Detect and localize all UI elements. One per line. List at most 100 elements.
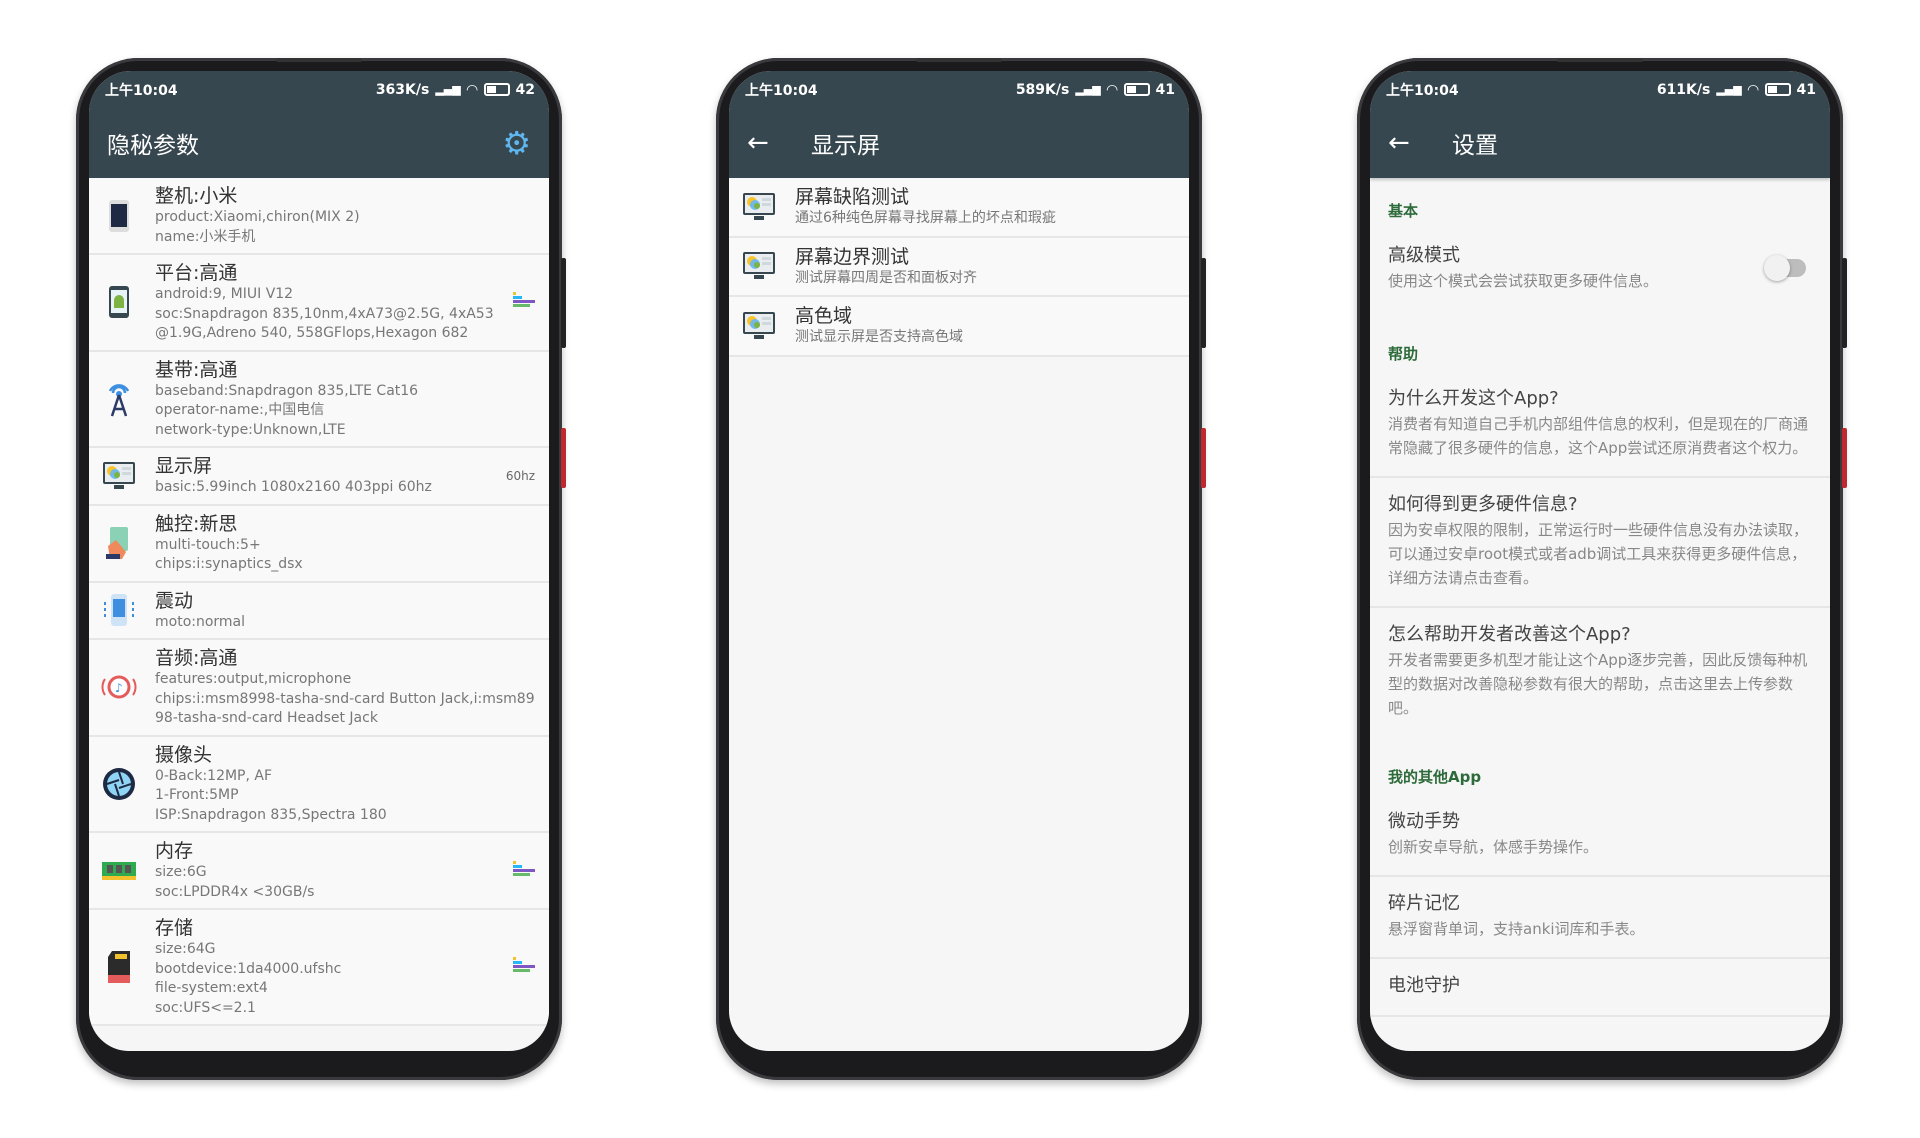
network-speed: 589K/s bbox=[1015, 81, 1070, 98]
advanced-mode-toggle[interactable] bbox=[1764, 255, 1806, 281]
hardware-item[interactable]: ♪ 音频:高通 features:output,microphone chips:i:… bbox=[89, 640, 549, 737]
pref-title: 微动手势 bbox=[1388, 811, 1460, 832]
status-bar: 上午10:04 589K/s ▂▄▆ ◠ 41 bbox=[729, 71, 1189, 108]
item-title: 音频:高通 bbox=[155, 647, 238, 669]
item-detail: android:9, MIUI V12 bbox=[155, 286, 294, 302]
item-text: 存储 size:64G bootdevice:1da4000.ufshc file-s… bbox=[155, 916, 505, 1018]
item-text: 整机:小米 product:Xiaomi,chiron(MIX 2) name:小米… bbox=[155, 184, 535, 247]
item-text: 屏幕边界测试 测试屏幕四周是否和面板对齐 bbox=[795, 245, 1175, 289]
page-title: 隐秘参数 bbox=[107, 133, 199, 159]
signal-icon: ▂▄▆ bbox=[435, 83, 461, 96]
sdcard-icon bbox=[97, 949, 141, 985]
status-icons: 363K/s ▂▄▆ ◠ 42 bbox=[376, 82, 535, 98]
item-detail: baseband:Snapdragon 835,LTE Cat16 bbox=[155, 382, 419, 399]
signal-icon: ▂▄▆ bbox=[1716, 83, 1742, 96]
item-detail: basic:5.99inch 1080x2160 403ppi 60hz bbox=[155, 479, 432, 495]
chart-icon[interactable] bbox=[513, 292, 535, 312]
monitor-icon bbox=[737, 248, 781, 284]
signal-icon: ▂▄▆ bbox=[1075, 83, 1101, 96]
item-title: 存储 bbox=[155, 917, 194, 939]
other-app-item[interactable]: 微动手势创新安卓导航，体感手势操作。 bbox=[1370, 795, 1830, 877]
item-text: 平台:高通 android:9, MIUI V12 soc:Snapdragon 8… bbox=[155, 261, 505, 344]
audio-icon: ♪ bbox=[97, 669, 141, 705]
hardware-item[interactable]: 触控:新思 multi-touch:5+ chips:i:synaptics_dsx bbox=[89, 505, 549, 583]
hardware-item[interactable]: 震动 moto:normal bbox=[89, 582, 549, 640]
screen-settings: 上午10:04 611K/s ▂▄▆ ◠ 41 ← 设置 基本 高级模式 使用这个模式会尝试获取更… bbox=[1370, 71, 1830, 1051]
item-detail: size:6G bbox=[155, 864, 207, 880]
item-detail: 测试屏幕四周是否和面板对齐 bbox=[795, 269, 977, 286]
hardware-item[interactable]: 内存 size:6G soc:LPDDR4x <30GB/s bbox=[89, 833, 549, 910]
help-item[interactable]: 为什么开发这个App? 消费者有知道自己手机内部组件信息的权利，但是现在的厂商通常… bbox=[1370, 372, 1830, 478]
display-test-item[interactable]: 高色域 测试显示屏是否支持高色域 bbox=[729, 297, 1189, 357]
battery-icon bbox=[1123, 83, 1150, 96]
hardware-item[interactable]: 整机:小米 product:Xiaomi,chiron(MIX 2) name:小米… bbox=[89, 178, 549, 255]
battery-icon bbox=[483, 83, 510, 96]
item-detail: moto:normal bbox=[155, 613, 246, 630]
item-detail: file-system:ext4 bbox=[155, 980, 268, 996]
help-item[interactable]: 怎么帮助开发者改善这个App? 开发者需要更多机型才能让这个App逐步完善，因此反… bbox=[1370, 608, 1830, 736]
hardware-item[interactable]: 存储 size:64G bootdevice:1da4000.ufshc file-s… bbox=[89, 910, 549, 1026]
settings-button[interactable]: ⚙ bbox=[502, 124, 531, 162]
pref-text: 高级模式 使用这个模式会尝试获取更多硬件信息。 bbox=[1388, 243, 1768, 293]
network-speed: 611K/s bbox=[1656, 81, 1711, 98]
back-button[interactable]: ← bbox=[747, 128, 811, 158]
item-title: 显示屏 bbox=[155, 455, 213, 477]
chart-icon[interactable] bbox=[513, 860, 535, 881]
pref-title: 碎片记忆 bbox=[1388, 893, 1460, 914]
status-icons: 589K/s ▂▄▆ ◠ 41 bbox=[1016, 82, 1175, 98]
item-detail: product:Xiaomi,chiron(MIX 2) bbox=[155, 209, 360, 225]
svg-text:♪: ♪ bbox=[115, 681, 123, 695]
status-bar: 上午10:04 611K/s ▂▄▆ ◠ 41 bbox=[1370, 71, 1830, 108]
item-text: 内存 size:6G soc:LPDDR4x <30GB/s bbox=[155, 839, 505, 902]
item-detail: name:小米手机 bbox=[155, 228, 256, 245]
item-detail: 1-Front:5MP bbox=[155, 787, 239, 803]
ram-icon bbox=[97, 853, 141, 889]
display-test-item[interactable]: 屏幕缺陷测试通过6种纯色屏幕寻找屏幕上的坏点和瑕疵 bbox=[729, 178, 1189, 238]
item-text: 触控:新思 multi-touch:5+ chips:i:synaptics_dsx bbox=[155, 512, 535, 575]
item-detail: soc:Snapdragon 835,10nm,4xA73@2.5G, 4xA5… bbox=[155, 305, 494, 342]
item-detail: operator-name:,中国电信 bbox=[155, 402, 325, 418]
item-detail: ISP:Snapdragon 835,Spectra 180 bbox=[155, 806, 387, 823]
pref-summary: 使用这个模式会尝试获取更多硬件信息。 bbox=[1388, 272, 1659, 290]
antenna-icon bbox=[97, 381, 141, 417]
item-detail: size:64G bbox=[155, 941, 216, 957]
battery-level: 42 bbox=[515, 81, 535, 98]
pref-summary: 创新安卓导航，体感手势操作。 bbox=[1388, 838, 1599, 856]
battery-level: 41 bbox=[1155, 81, 1175, 98]
hardware-item[interactable]: 显示屏 basic:5.99inch 1080x2160 403ppi 60hz 6… bbox=[89, 448, 549, 506]
screen-display: 上午10:04 589K/s ▂▄▆ ◠ 41 ← 显示屏 屏幕缺陷测试 通过6种纯色屏幕寻找屏… bbox=[729, 71, 1189, 1051]
help-item[interactable]: 如何得到更多硬件信息? 因为安卓权限的限制，正常运行时一些硬件信息没有办法读取，可… bbox=[1370, 478, 1830, 608]
camera-icon bbox=[97, 766, 141, 802]
item-detail: soc:LPDDR4x <30GB/s bbox=[155, 883, 315, 900]
android-icon bbox=[97, 284, 141, 320]
other-app-item[interactable]: 电池守护 bbox=[1370, 959, 1830, 1017]
pref-title: 为什么开发这个App? bbox=[1388, 388, 1559, 409]
pref-title: 电池守护 bbox=[1388, 975, 1460, 996]
chart-icon[interactable] bbox=[513, 957, 535, 977]
other-app-item[interactable]: 碎片记忆 悬浮窗背单词，支持anki词库和手表。 bbox=[1370, 877, 1830, 959]
status-bar: 上午10:04 363K/s ▂▄▆ ◠ 42 bbox=[89, 71, 549, 108]
item-detail: 通过6种纯色屏幕寻找屏幕上的坏点和瑕疵 bbox=[795, 210, 1056, 226]
item-title: 震动 bbox=[155, 589, 194, 612]
section-basic: 基本 bbox=[1388, 202, 1419, 220]
display-test-item[interactable]: 屏幕边界测试 测试屏幕四周是否和面板对齐 bbox=[729, 237, 1189, 297]
app-toolbar: ← 显示屏 bbox=[729, 108, 1189, 178]
refresh-rate: 60hz bbox=[505, 468, 535, 483]
pref-summary: 因为安卓权限的限制，正常运行时一些硬件信息没有办法读取，可以通过安卓root模式… bbox=[1388, 521, 1809, 587]
item-title: 内存 bbox=[155, 840, 194, 862]
wifi-icon: ◠ bbox=[1747, 81, 1759, 98]
pref-title: 如何得到更多硬件信息? bbox=[1388, 494, 1578, 515]
item-title: 高色域 bbox=[795, 305, 853, 327]
phone-icon bbox=[97, 198, 141, 234]
hardware-item[interactable]: 基带:高通 baseband:Snapdragon 835,LTE Cat16 op… bbox=[89, 351, 549, 448]
item-title: 屏幕缺陷测试 bbox=[795, 186, 910, 208]
back-button[interactable]: ← bbox=[1388, 128, 1452, 158]
item-text: 显示屏 basic:5.99inch 1080x2160 403ppi 60hz bbox=[155, 454, 498, 498]
item-text: 屏幕缺陷测试通过6种纯色屏幕寻找屏幕上的坏点和瑕疵 bbox=[795, 185, 1175, 229]
advanced-mode-pref[interactable]: 高级模式 使用这个模式会尝试获取更多硬件信息。 bbox=[1370, 229, 1830, 321]
screen-main: 上午10:04 363K/s ▂▄▆ ◠ 42 隐秘参数 ⚙ 整机:小米 product:Xia… bbox=[89, 71, 549, 1051]
app-toolbar: ← 设置 bbox=[1370, 108, 1830, 178]
hardware-item[interactable]: 平台:高通 android:9, MIUI V12 soc:Snapdragon 8… bbox=[89, 255, 549, 352]
hardware-item[interactable]: 摄像头 0-Back:12MP, AF 1-Front:5MP ISP:Snapdra… bbox=[89, 736, 549, 833]
item-text: 震动 moto:normal bbox=[155, 589, 535, 633]
